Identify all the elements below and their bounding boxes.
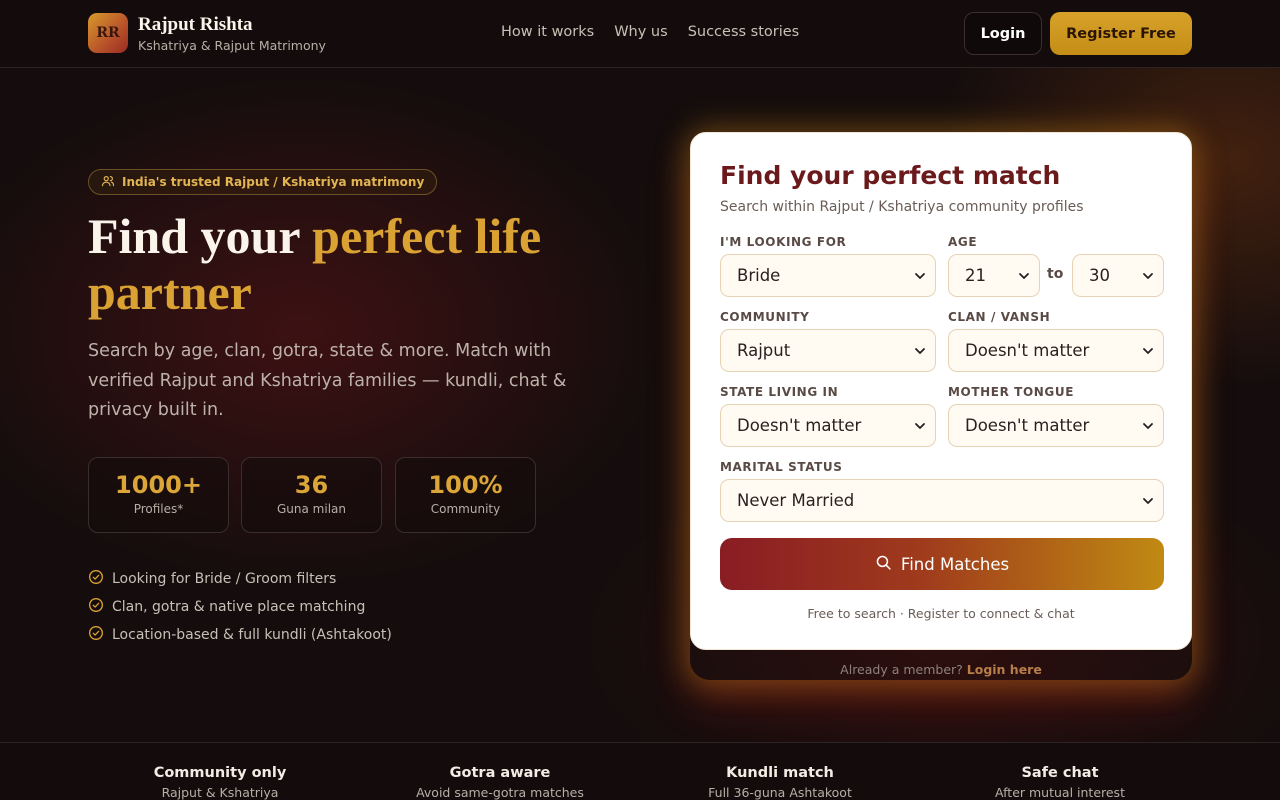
mother-tongue-label: MOTHER TONGUE — [948, 385, 1075, 399]
age-from-select[interactable]: 21 — [948, 254, 1040, 297]
chevron-down-icon — [915, 348, 925, 354]
brand-logo[interactable]: RR — [88, 13, 128, 53]
stat-card-profiles: 1000+ Profiles* — [88, 457, 229, 533]
value-prop-title: Gotra aware — [449, 765, 551, 781]
trust-badge: India's trusted Rajput / Kshatriya matri… — [88, 169, 438, 195]
login-button[interactable]: Login — [964, 12, 1042, 55]
value-prop-item: Kundli match Full 36-guna Ashtakoot — [660, 765, 900, 800]
stat-card-community: 100% Community — [395, 457, 536, 533]
clan-label: CLAN / VANSH — [948, 310, 1051, 324]
chevron-down-icon — [1019, 273, 1029, 279]
search-icon — [875, 554, 892, 575]
community-select[interactable]: Rajput — [720, 329, 936, 372]
brand-name[interactable]: Rajput Rishta — [138, 14, 253, 36]
feature-item: Location-based & full kundli (Ashtakoot) — [88, 621, 392, 649]
stat-label: Community — [430, 502, 501, 516]
trust-badge-label: India's trusted Rajput / Kshatriya matri… — [122, 175, 425, 189]
feature-text: Looking for Bride / Groom filters — [112, 571, 337, 587]
chevron-down-icon — [915, 273, 925, 279]
stat-label: Profiles* — [133, 502, 184, 516]
feature-text: Location-based & full kundli (Ashtakoot) — [112, 627, 392, 643]
feature-text: Clan, gotra & native place matching — [112, 599, 366, 615]
nav-success-stories[interactable]: Success stories — [688, 24, 800, 40]
hero-subtitle: Search by age, clan, gotra, state & more… — [88, 341, 567, 420]
stat-value: 1000+ — [115, 471, 202, 499]
search-card: Find your perfect match Search within Ra… — [690, 132, 1192, 650]
find-matches-button[interactable]: Find Matches — [720, 538, 1164, 590]
value-prop-title: Safe chat — [1021, 765, 1099, 781]
stat-value: 100% — [428, 471, 503, 499]
community-label: COMMUNITY — [720, 310, 810, 324]
brand-tagline: Kshatriya & Rajput Matrimony — [138, 38, 326, 53]
search-card-note: Free to search · Register to connect & c… — [807, 606, 1075, 621]
nav-how-it-works[interactable]: How it works — [501, 24, 594, 40]
check-circle-icon — [88, 625, 104, 645]
search-card-subtitle: Search within Rajput / Kshatriya communi… — [720, 199, 1084, 215]
looking-for-value: Bride — [737, 266, 781, 285]
age-from-value: 21 — [965, 266, 986, 285]
find-matches-label: Find Matches — [900, 554, 1010, 574]
check-circle-icon — [88, 597, 104, 617]
marital-status-value: Never Married — [737, 491, 855, 510]
mother-tongue-value: Doesn't matter — [965, 416, 1090, 435]
value-prop-subtitle: Rajput & Kshatriya — [161, 785, 279, 800]
stat-label: Guna milan — [277, 502, 346, 516]
community-value: Rajput — [737, 341, 791, 360]
age-to-label: to — [1047, 266, 1064, 282]
mother-tongue-select[interactable]: Doesn't matter — [948, 404, 1164, 447]
value-prop-subtitle: Full 36-guna Ashtakoot — [708, 785, 852, 800]
stat-card-guna: 36 Guna milan — [241, 457, 382, 533]
member-login-note: Already a member? Login here — [690, 662, 1192, 677]
nav-why-us[interactable]: Why us — [614, 24, 667, 40]
value-prop-item: Community only Rajput & Kshatriya — [100, 765, 340, 800]
looking-for-label: I'M LOOKING FOR — [720, 235, 847, 249]
value-prop-title: Community only — [153, 765, 287, 781]
clan-value: Doesn't matter — [965, 341, 1090, 360]
users-icon — [101, 174, 115, 191]
feature-item: Clan, gotra & native place matching — [88, 593, 392, 621]
chevron-down-icon — [1143, 498, 1153, 504]
chevron-down-icon — [1143, 273, 1153, 279]
age-to-select[interactable]: 30 — [1072, 254, 1164, 297]
top-header: RR Rajput Rishta Kshatriya & Rajput Matr… — [0, 0, 1280, 68]
check-circle-icon — [88, 569, 104, 589]
state-select[interactable]: Doesn't matter — [720, 404, 936, 447]
chevron-down-icon — [1143, 423, 1153, 429]
marital-status-label: MARITAL STATUS — [720, 460, 843, 474]
value-props-strip: Community only Rajput & Kshatriya Gotra … — [0, 742, 1280, 800]
age-to-value: 30 — [1089, 266, 1110, 285]
state-label: STATE LIVING IN — [720, 385, 839, 399]
value-prop-subtitle: Avoid same-gotra matches — [416, 785, 584, 800]
register-free-button[interactable]: Register Free — [1050, 12, 1192, 55]
login-here-link[interactable]: Login here — [967, 662, 1042, 677]
chevron-down-icon — [1143, 348, 1153, 354]
member-prefix: Already a member? — [840, 662, 967, 677]
feature-list: Looking for Bride / Groom filters Clan, … — [88, 565, 392, 649]
value-prop-subtitle: After mutual interest — [995, 785, 1125, 800]
age-label: AGE — [948, 235, 978, 249]
marital-status-select[interactable]: Never Married — [720, 479, 1164, 522]
chevron-down-icon — [915, 423, 925, 429]
search-card-title: Find your perfect match — [720, 161, 1061, 190]
looking-for-select[interactable]: Bride — [720, 254, 936, 297]
value-prop-item: Safe chat After mutual interest — [940, 765, 1180, 800]
value-prop-item: Gotra aware Avoid same-gotra matches — [380, 765, 620, 800]
state-value: Doesn't matter — [737, 416, 862, 435]
hero-title-plain: Find your — [88, 208, 313, 264]
clan-select[interactable]: Doesn't matter — [948, 329, 1164, 372]
hero-title: Find your perfect life partner — [88, 208, 628, 320]
main-nav: How it works Why us Success stories — [501, 24, 799, 40]
value-prop-title: Kundli match — [726, 765, 834, 781]
stat-value: 36 — [294, 471, 329, 499]
feature-item: Looking for Bride / Groom filters — [88, 565, 392, 593]
